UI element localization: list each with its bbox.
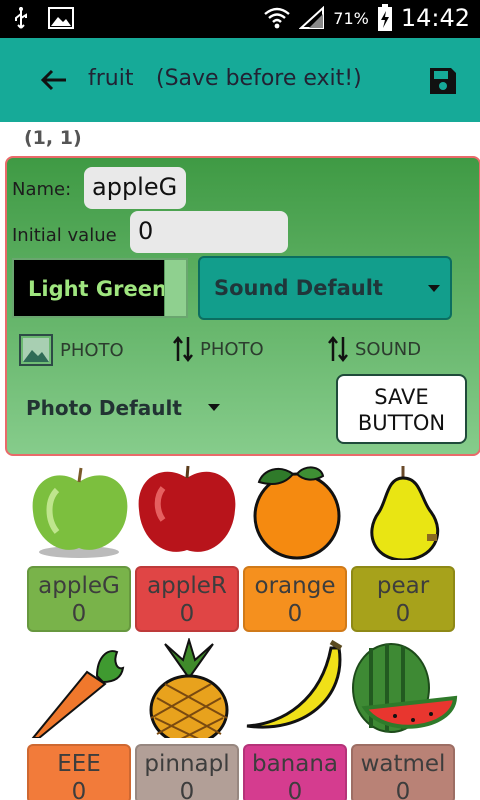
counter-value: 0 — [179, 779, 195, 800]
counter-value: 0 — [71, 601, 87, 627]
sound-dropdown[interactable]: Sound Default — [198, 256, 452, 320]
counter-button[interactable]: appleG 0 — [27, 566, 131, 632]
counter-button[interactable]: orange 0 — [243, 566, 347, 632]
save-button[interactable]: SAVE BUTTON — [336, 374, 467, 444]
counter-name: pinnapl — [144, 751, 230, 777]
usb-icon — [15, 7, 27, 29]
counter-name: banana — [251, 751, 339, 777]
watermelon-image — [352, 643, 458, 733]
carrot-image — [31, 650, 125, 738]
grid-coordinates: (1, 1) — [24, 127, 82, 149]
sound-swap-label: SOUND — [355, 338, 422, 360]
photo-option-label: PHOTO — [60, 339, 124, 361]
wifi-icon — [264, 7, 291, 29]
initial-value-field[interactable]: 0 — [130, 211, 288, 253]
counter-name: orange — [254, 573, 336, 599]
counter-button[interactable]: pinnapl 0 — [135, 744, 239, 800]
counter-button[interactable]: pear 0 — [351, 566, 455, 632]
counter-value: 0 — [395, 601, 411, 627]
battery-percent: 71% — [333, 8, 369, 28]
counter-button[interactable]: EEE 0 — [27, 744, 131, 800]
counter-value: 0 — [287, 601, 303, 627]
app-bar: fruit (Save before exit!) — [0, 38, 480, 122]
photo-swap-label: PHOTO — [200, 338, 264, 360]
orange-image — [253, 466, 341, 560]
counter-value: 0 — [395, 779, 411, 800]
initial-value-label: Initial value — [12, 225, 117, 246]
counter-button[interactable]: appleR 0 — [135, 566, 239, 632]
swap-vertical-icon — [328, 335, 348, 363]
image-icon — [19, 334, 53, 366]
counter-value: 0 — [179, 601, 195, 627]
image-icon — [48, 7, 74, 29]
pineapple-image — [149, 638, 229, 738]
signal-icon — [299, 6, 325, 29]
back-arrow-icon[interactable] — [38, 64, 70, 96]
counter-name: watmel — [360, 751, 446, 777]
counter-name: appleG — [38, 573, 120, 599]
swap-vertical-icon — [173, 335, 193, 363]
app-title: fruit — [88, 66, 134, 91]
app-subtitle: (Save before exit!) — [156, 66, 362, 91]
battery-charging-icon — [377, 4, 392, 31]
counter-name: appleR — [147, 573, 227, 599]
sound-swap-button[interactable]: SOUND — [327, 335, 421, 363]
status-bar: 71% 14:42 — [0, 0, 480, 38]
banana-image — [246, 639, 343, 729]
photo-swap-button[interactable]: PHOTO — [172, 335, 264, 363]
name-field[interactable]: appleG — [84, 167, 186, 209]
counter-name: pear — [376, 573, 430, 599]
save-floppy-icon[interactable] — [428, 66, 458, 96]
counter-name: EEE — [57, 751, 101, 777]
clock: 14:42 — [400, 4, 470, 32]
pear-image — [370, 466, 440, 560]
red-apple-image — [138, 465, 236, 552]
color-picker[interactable]: Light Green — [12, 258, 188, 318]
counter-button[interactable]: banana 0 — [243, 744, 347, 800]
sound-selected: Sound Default — [214, 276, 383, 300]
counter-value: 0 — [287, 779, 303, 800]
counter-button[interactable]: watmel 0 — [351, 744, 455, 800]
chevron-down-icon — [428, 285, 440, 292]
color-swatch — [164, 260, 186, 316]
name-label: Name: — [12, 179, 72, 200]
green-apple-image — [32, 467, 128, 558]
photo-default-dropdown[interactable]: Photo Default — [26, 396, 182, 420]
color-name: Light Green — [28, 277, 167, 301]
photo-picker-button[interactable]: PHOTO — [18, 333, 124, 367]
chevron-down-icon[interactable] — [208, 404, 220, 411]
counter-value: 0 — [71, 779, 87, 800]
